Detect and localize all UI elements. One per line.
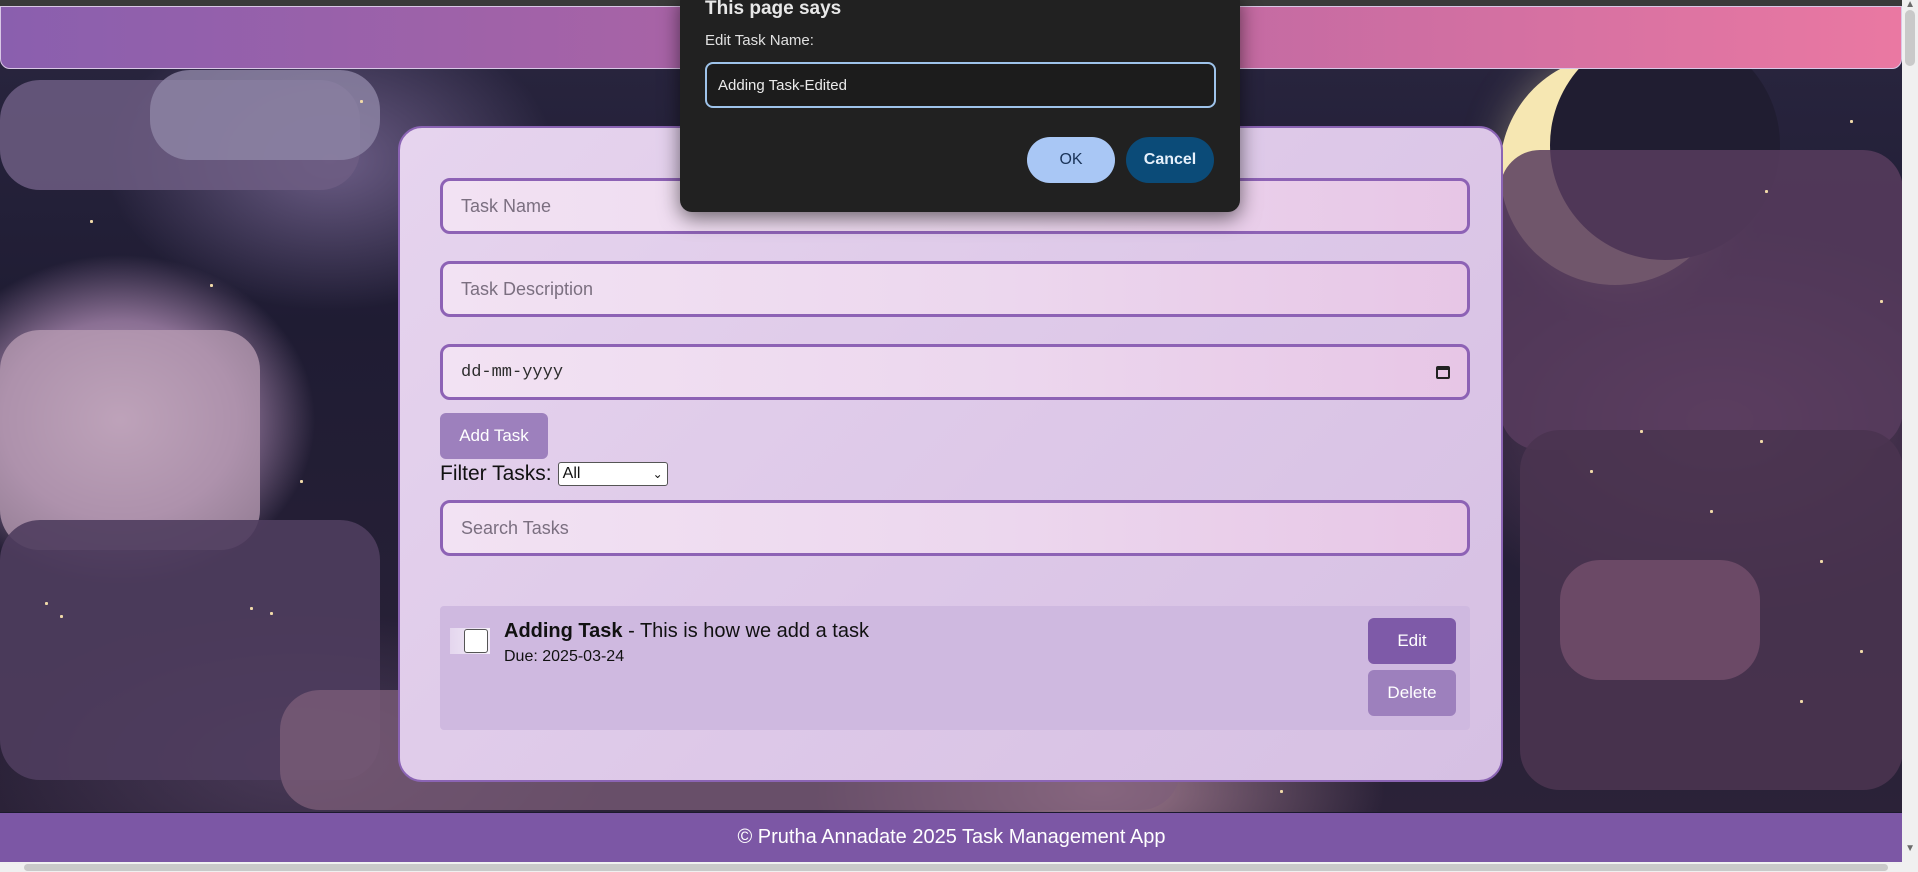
dialog-title: This page says — [705, 0, 842, 19]
star — [270, 612, 273, 615]
filter-select[interactable]: All ⌄ — [557, 462, 668, 486]
star — [360, 100, 363, 103]
cloud — [1500, 150, 1903, 450]
dialog-label: Edit Task Name: — [705, 32, 814, 49]
star — [60, 615, 63, 618]
cloud — [150, 70, 380, 160]
star — [1820, 560, 1823, 563]
filter-selected-value: All — [562, 465, 581, 482]
ok-button[interactable]: OK — [1027, 137, 1115, 183]
horizontal-scroll-thumb[interactable] — [24, 864, 1888, 871]
scroll-down-icon[interactable]: ▼ — [1905, 844, 1915, 854]
star — [1800, 700, 1803, 703]
star — [1860, 650, 1863, 653]
star — [1590, 470, 1593, 473]
task-description: This is how we add a task — [639, 620, 869, 642]
page-footer: © Prutha Annadate 2025 Task Management A… — [0, 813, 1903, 862]
search-tasks-input[interactable] — [440, 500, 1470, 556]
checkbox-box[interactable] — [464, 629, 488, 653]
due-date-input[interactable]: dd-mm-yyyy — [440, 344, 1470, 400]
star — [250, 607, 253, 610]
task-name: Adding Task — [504, 620, 623, 642]
filter-row: Filter Tasks: All ⌄ — [440, 462, 668, 486]
star — [1640, 430, 1643, 433]
edit-task-button[interactable]: Edit — [1368, 618, 1456, 664]
cancel-button[interactable]: Cancel — [1126, 137, 1214, 183]
horizontal-scrollbar[interactable] — [0, 862, 1918, 872]
task-list-item: Adding Task - This is how we add a task … — [440, 606, 1470, 730]
star — [1765, 190, 1768, 193]
star — [300, 480, 303, 483]
task-due-date: Due: 2025-03-24 — [504, 648, 625, 665]
edit-task-name-input[interactable] — [705, 62, 1216, 108]
star — [1280, 790, 1283, 793]
date-placeholder: dd-mm-yyyy — [461, 362, 564, 382]
task-description-input[interactable] — [440, 261, 1470, 317]
calendar-icon[interactable] — [1435, 364, 1451, 380]
footer-text: © Prutha Annadate 2025 Task Management A… — [737, 826, 1166, 848]
star — [210, 284, 213, 287]
star — [1760, 440, 1763, 443]
star — [90, 220, 93, 223]
task-complete-toggle[interactable] — [450, 628, 490, 654]
task-form-card: dd-mm-yyyy Add Task Filter Tasks: All ⌄ … — [398, 126, 1503, 782]
add-task-button[interactable]: Add Task — [440, 413, 548, 459]
star — [1710, 510, 1713, 513]
task-title: Adding Task - This is how we add a task — [504, 620, 869, 643]
star — [1880, 300, 1883, 303]
scroll-up-icon[interactable]: ▲ — [1905, 0, 1915, 10]
cloud — [0, 330, 260, 550]
prompt-dialog: This page says Edit Task Name: OK Cancel — [680, 0, 1240, 212]
star — [45, 602, 48, 605]
task-separator: - — [622, 620, 640, 642]
chevron-down-icon: ⌄ — [652, 467, 663, 481]
filter-label: Filter Tasks: — [440, 462, 552, 485]
vertical-scroll-thumb[interactable] — [1905, 10, 1915, 66]
vertical-scrollbar[interactable]: ▲ ▼ — [1902, 0, 1918, 872]
delete-task-button[interactable]: Delete — [1368, 670, 1456, 716]
cloud — [1560, 560, 1760, 680]
star — [1850, 120, 1853, 123]
